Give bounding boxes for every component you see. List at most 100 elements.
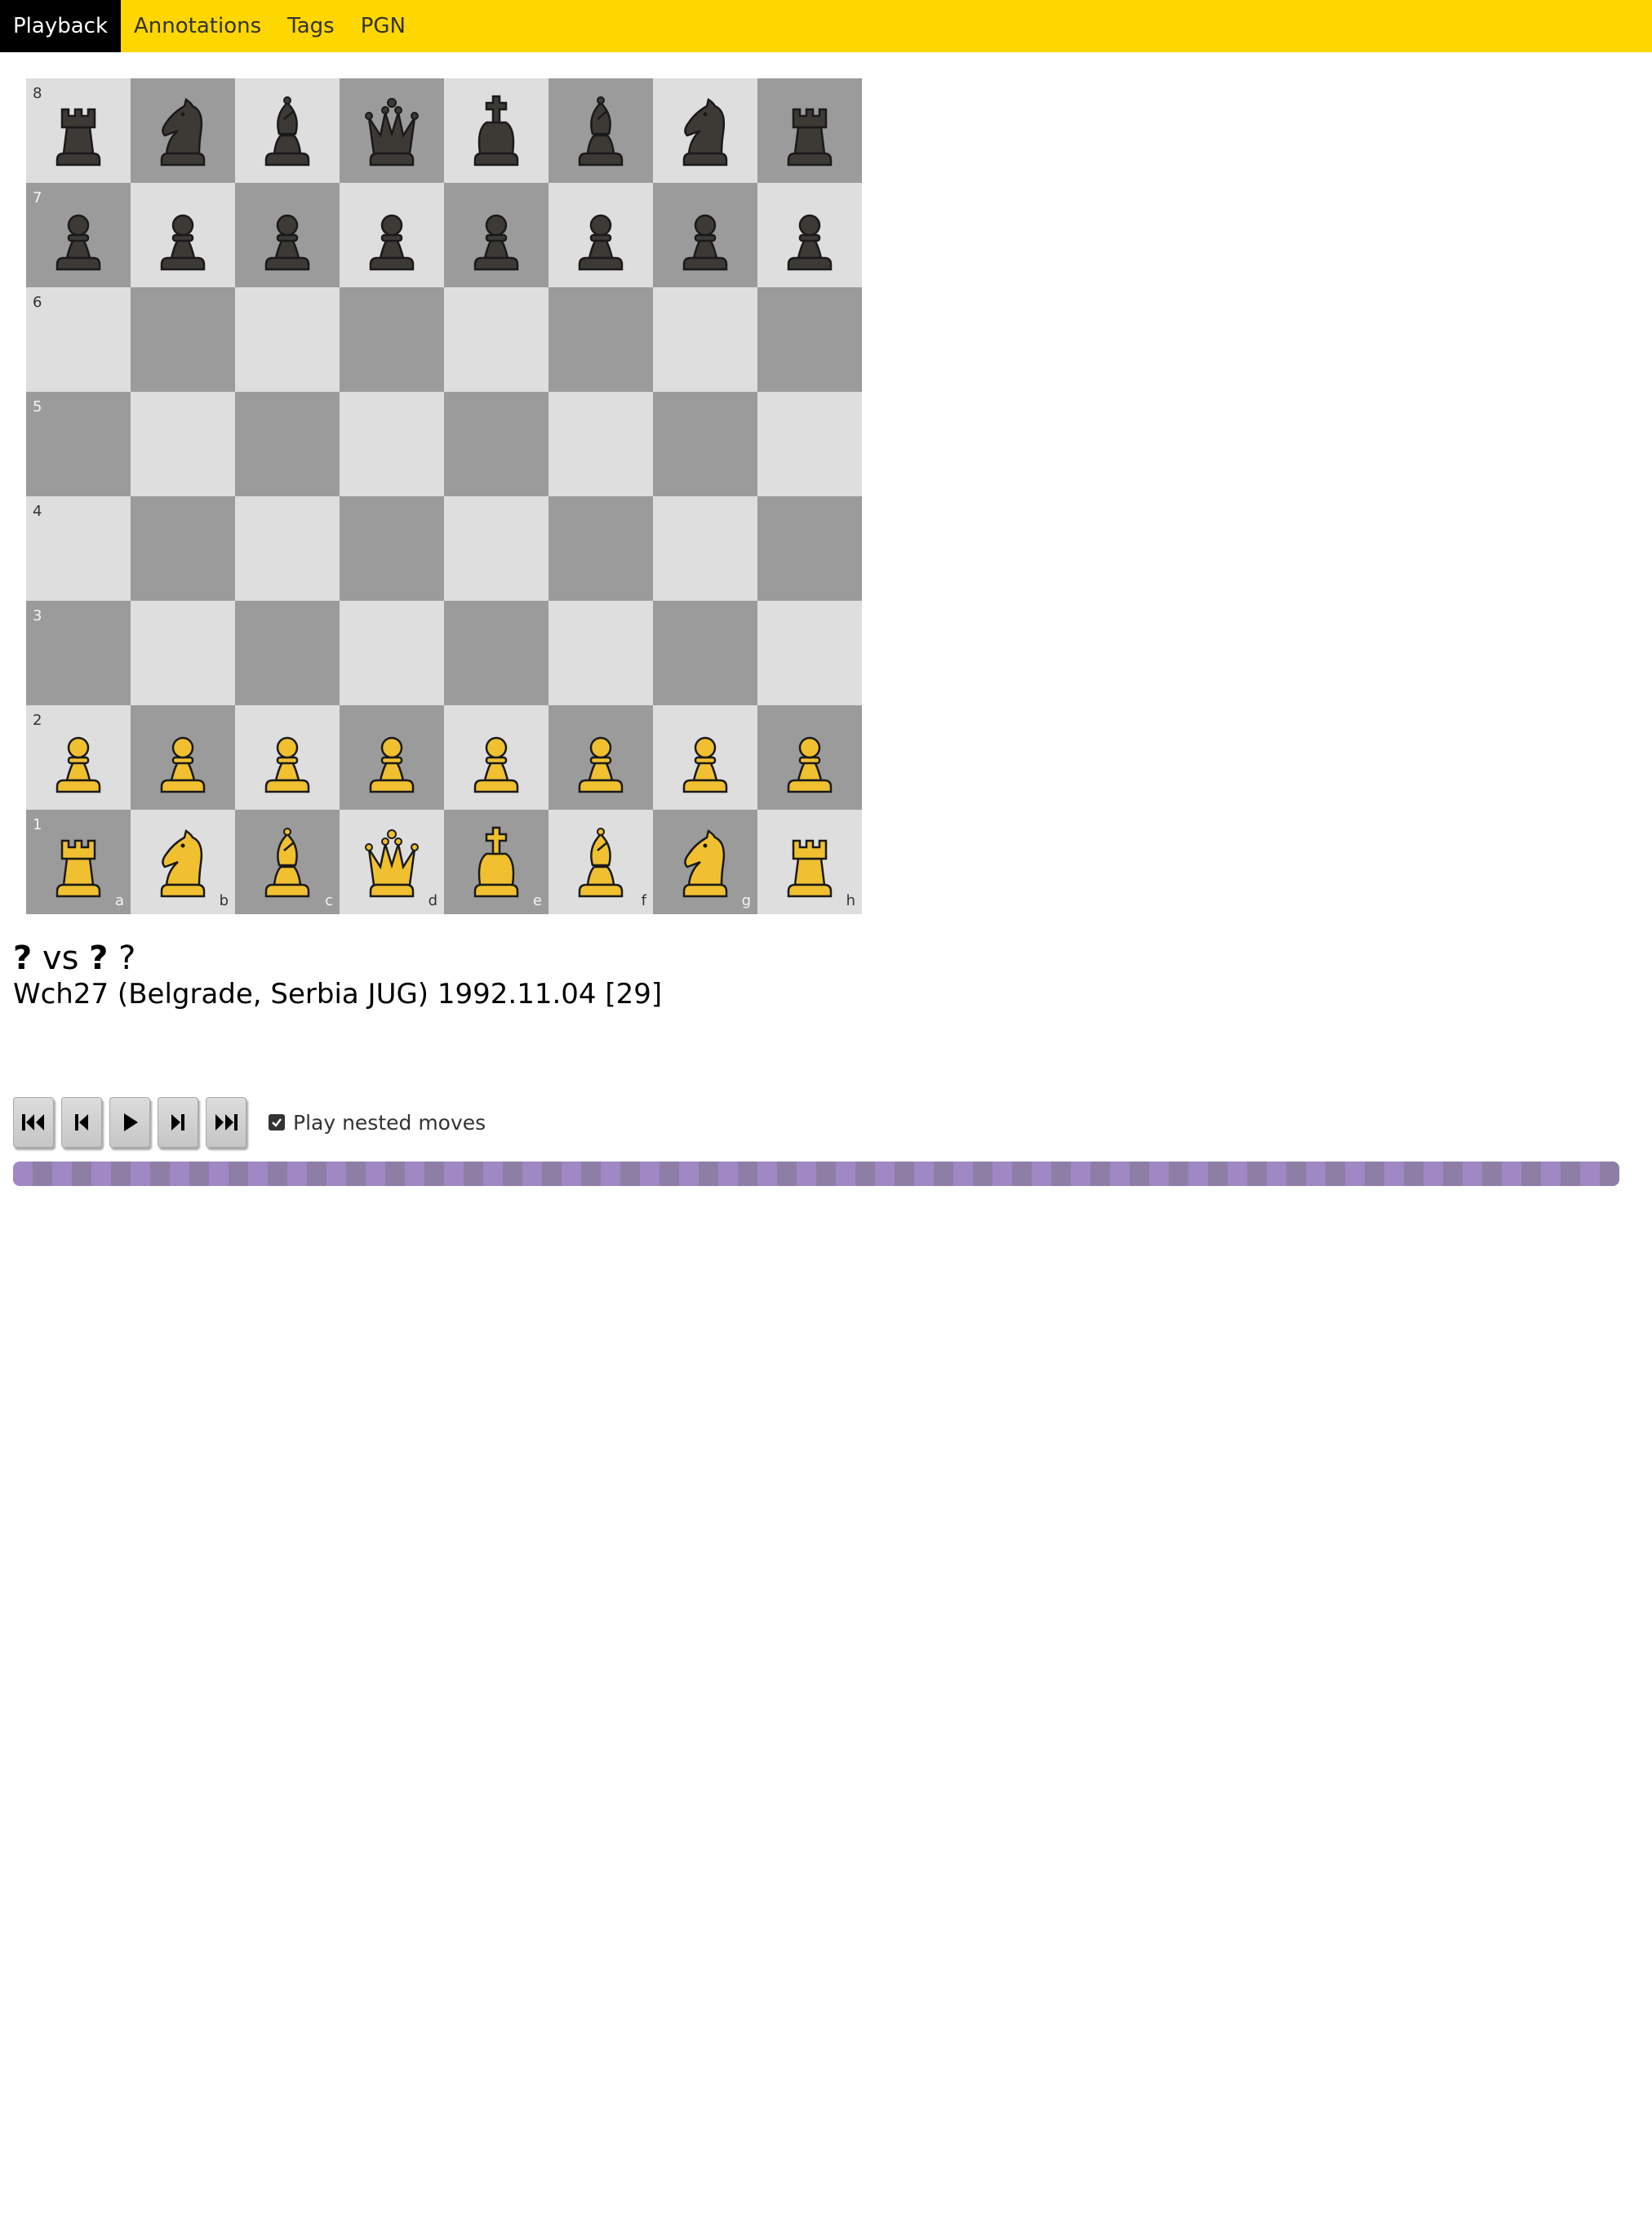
square-c8[interactable]: [235, 78, 340, 183]
black-queen-icon[interactable]: [351, 90, 433, 171]
square-d3[interactable]: [340, 601, 444, 705]
square-e8[interactable]: [444, 78, 548, 183]
square-f6[interactable]: [548, 287, 653, 392]
square-a7[interactable]: 7: [26, 183, 131, 287]
square-g3[interactable]: [653, 601, 757, 705]
square-e6[interactable]: [444, 287, 548, 392]
square-e7[interactable]: [444, 183, 548, 287]
white-pawn-icon[interactable]: [769, 717, 850, 798]
square-d4[interactable]: [340, 496, 444, 601]
square-a3[interactable]: 3: [26, 601, 131, 705]
square-f8[interactable]: [548, 78, 653, 183]
black-pawn-icon[interactable]: [246, 194, 328, 276]
square-f7[interactable]: [548, 183, 653, 287]
black-pawn-icon[interactable]: [142, 194, 224, 276]
square-b4[interactable]: [131, 496, 235, 601]
tab-pgn[interactable]: PGN: [348, 0, 419, 52]
square-d7[interactable]: [340, 183, 444, 287]
square-a8[interactable]: 8: [26, 78, 131, 183]
black-rook-icon[interactable]: [38, 90, 119, 171]
black-bishop-icon[interactable]: [246, 90, 328, 171]
square-e4[interactable]: [444, 496, 548, 601]
square-c5[interactable]: [235, 392, 340, 496]
previous-move-button[interactable]: [61, 1097, 102, 1148]
square-a5[interactable]: 5: [26, 392, 131, 496]
square-b5[interactable]: [131, 392, 235, 496]
white-knight-icon[interactable]: [142, 821, 224, 903]
square-a1[interactable]: 1a: [26, 810, 131, 914]
white-pawn-icon[interactable]: [455, 717, 537, 798]
first-move-button[interactable]: [13, 1097, 54, 1148]
square-e2[interactable]: [444, 705, 548, 810]
white-pawn-icon[interactable]: [351, 717, 433, 798]
square-c6[interactable]: [235, 287, 340, 392]
move-progress-bar[interactable]: [13, 1162, 1619, 1186]
square-e3[interactable]: [444, 601, 548, 705]
last-move-button[interactable]: [206, 1097, 246, 1148]
square-h7[interactable]: [757, 183, 862, 287]
square-e1[interactable]: e: [444, 810, 548, 914]
square-g6[interactable]: [653, 287, 757, 392]
white-bishop-icon[interactable]: [560, 821, 642, 903]
play-button[interactable]: [109, 1097, 150, 1148]
square-d6[interactable]: [340, 287, 444, 392]
black-pawn-icon[interactable]: [769, 194, 850, 276]
square-f1[interactable]: f: [548, 810, 653, 914]
tab-annotations[interactable]: Annotations: [121, 0, 274, 52]
tab-playback[interactable]: Playback: [0, 0, 122, 52]
square-h3[interactable]: [757, 601, 862, 705]
square-h8[interactable]: [757, 78, 862, 183]
square-h2[interactable]: [757, 705, 862, 810]
black-pawn-icon[interactable]: [560, 194, 642, 276]
square-f5[interactable]: [548, 392, 653, 496]
square-d8[interactable]: [340, 78, 444, 183]
white-knight-icon[interactable]: [664, 821, 746, 903]
square-b8[interactable]: [131, 78, 235, 183]
square-e5[interactable]: [444, 392, 548, 496]
white-rook-icon[interactable]: [38, 821, 119, 903]
black-knight-icon[interactable]: [664, 90, 746, 171]
square-d1[interactable]: d: [340, 810, 444, 914]
square-g5[interactable]: [653, 392, 757, 496]
square-h4[interactable]: [757, 496, 862, 601]
white-king-icon[interactable]: [455, 821, 537, 903]
square-g1[interactable]: g: [653, 810, 757, 914]
white-bishop-icon[interactable]: [246, 821, 328, 903]
square-a6[interactable]: 6: [26, 287, 131, 392]
square-f3[interactable]: [548, 601, 653, 705]
square-b1[interactable]: b: [131, 810, 235, 914]
square-b7[interactable]: [131, 183, 235, 287]
black-pawn-icon[interactable]: [455, 194, 537, 276]
square-b6[interactable]: [131, 287, 235, 392]
white-pawn-icon[interactable]: [142, 717, 224, 798]
square-g2[interactable]: [653, 705, 757, 810]
white-queen-icon[interactable]: [351, 821, 433, 903]
black-knight-icon[interactable]: [142, 90, 224, 171]
square-b3[interactable]: [131, 601, 235, 705]
square-c7[interactable]: [235, 183, 340, 287]
black-rook-icon[interactable]: [769, 90, 850, 171]
square-g7[interactable]: [653, 183, 757, 287]
black-pawn-icon[interactable]: [38, 194, 119, 276]
square-d5[interactable]: [340, 392, 444, 496]
white-pawn-icon[interactable]: [246, 717, 328, 798]
white-pawn-icon[interactable]: [664, 717, 746, 798]
square-a2[interactable]: 2: [26, 705, 131, 810]
black-pawn-icon[interactable]: [664, 194, 746, 276]
square-a4[interactable]: 4: [26, 496, 131, 601]
square-f4[interactable]: [548, 496, 653, 601]
tab-tags[interactable]: Tags: [274, 0, 348, 52]
next-move-button[interactable]: [158, 1097, 198, 1148]
square-c2[interactable]: [235, 705, 340, 810]
square-c1[interactable]: c: [235, 810, 340, 914]
square-f2[interactable]: [548, 705, 653, 810]
square-g4[interactable]: [653, 496, 757, 601]
white-pawn-icon[interactable]: [38, 717, 119, 798]
square-h5[interactable]: [757, 392, 862, 496]
square-c3[interactable]: [235, 601, 340, 705]
square-g8[interactable]: [653, 78, 757, 183]
square-h1[interactable]: h: [757, 810, 862, 914]
black-pawn-icon[interactable]: [351, 194, 433, 276]
square-d2[interactable]: [340, 705, 444, 810]
play-nested-moves-toggle[interactable]: Play nested moves: [269, 1111, 486, 1135]
